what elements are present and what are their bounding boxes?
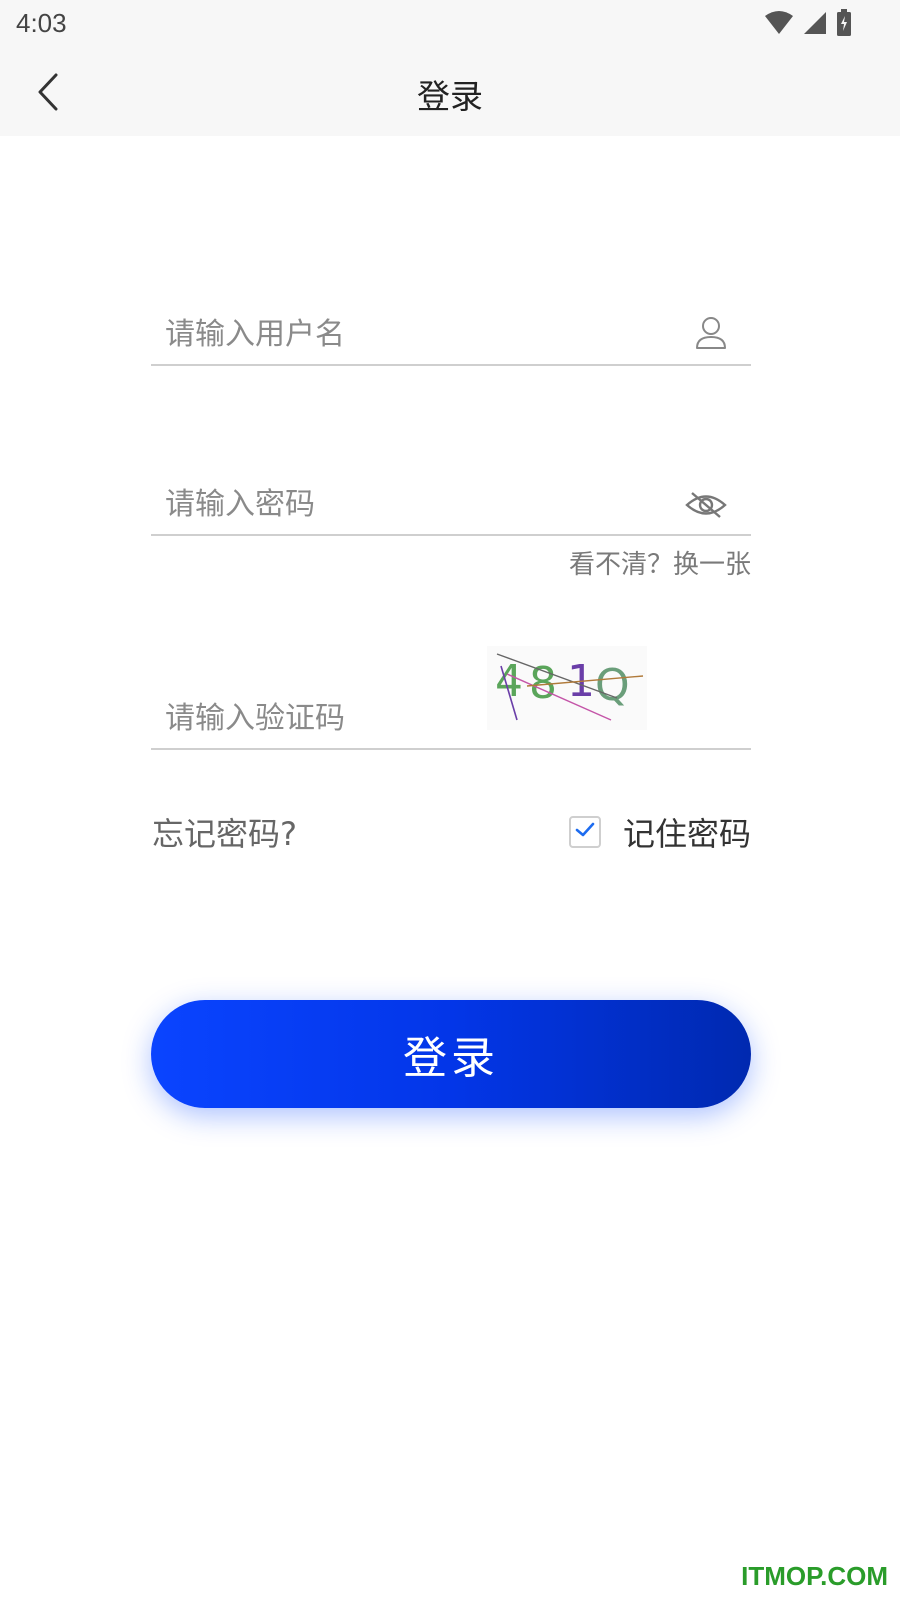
- status-bar: 4:03: [0, 0, 900, 50]
- captcha-field: 4 8 1 Q: [151, 640, 751, 750]
- remember-password-checkbox[interactable]: [568, 816, 601, 848]
- password-field: [151, 460, 751, 536]
- remember-password: 记住密码: [568, 809, 751, 855]
- password-input[interactable]: [165, 487, 635, 522]
- watermark: ITMOP.COM: [741, 1561, 888, 1591]
- remember-password-label: 记住密码: [622, 815, 751, 853]
- status-icons: [764, 9, 852, 41]
- page-title: 登录: [417, 77, 483, 116]
- status-time: 4:03: [16, 8, 67, 38]
- username-field: [151, 290, 751, 366]
- username-input[interactable]: [165, 317, 635, 352]
- captcha-char: 4: [495, 656, 523, 707]
- nav-bar: 登录: [0, 50, 900, 136]
- signal-icon: [802, 10, 828, 40]
- refresh-captcha-link[interactable]: 看不清？换一张: [569, 544, 751, 581]
- battery-charging-icon: [836, 9, 852, 41]
- check-icon: [575, 822, 595, 842]
- forgot-password-link[interactable]: 忘记密码?: [152, 809, 297, 855]
- login-button[interactable]: 登录: [151, 1000, 751, 1108]
- wifi-icon: [764, 10, 794, 40]
- captcha-char: Q: [595, 660, 630, 711]
- eye-off-icon[interactable]: [685, 490, 727, 520]
- user-icon: [695, 316, 727, 350]
- captcha-image[interactable]: 4 8 1 Q: [487, 646, 647, 730]
